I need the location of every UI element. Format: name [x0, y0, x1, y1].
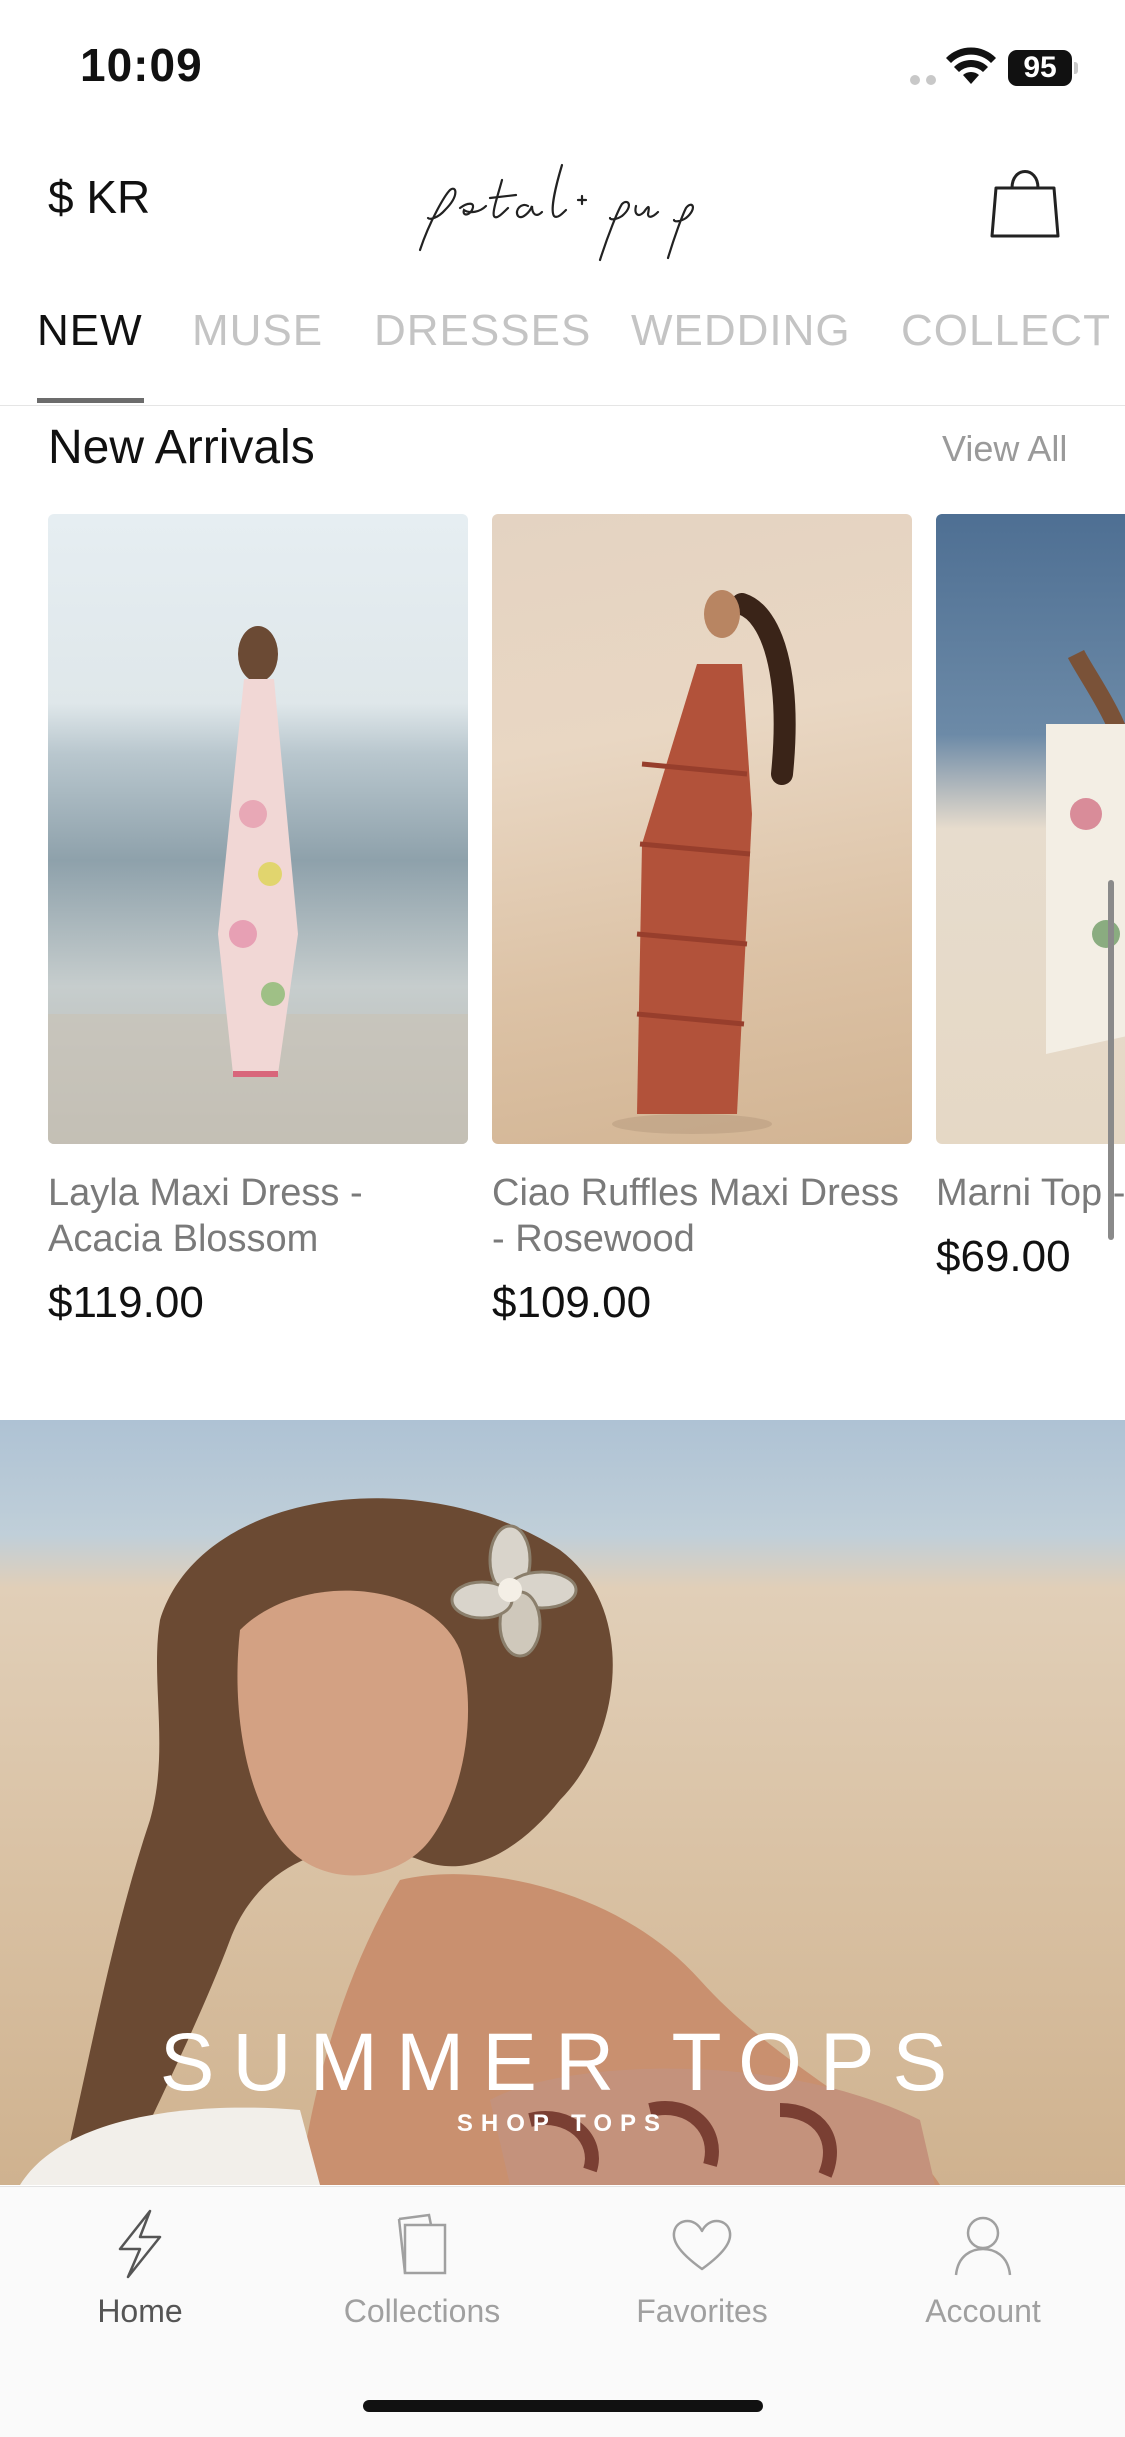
tab-collections[interactable]: COLLECT [901, 306, 1111, 356]
wifi-icon [946, 47, 996, 84]
nav-home[interactable]: Home [30, 2209, 250, 2330]
product-card[interactable]: Marni Top - Flora $69.00 [936, 514, 1125, 1282]
nav-collections[interactable]: Collections [312, 2209, 532, 2330]
status-time: 10:09 [80, 39, 203, 91]
product-price: $69.00 [936, 1232, 1071, 1281]
currency-selector[interactable]: $ KR [48, 170, 150, 224]
collections-icon [397, 2213, 447, 2275]
product-image[interactable] [936, 514, 1125, 1144]
product-name[interactable]: Marni Top - Flora [936, 1170, 1125, 1216]
tab-muse[interactable]: MUSE [192, 306, 323, 356]
nav-home-label: Home [97, 2293, 183, 2329]
nav-account-label: Account [925, 2293, 1041, 2329]
brand-logo[interactable] [390, 140, 740, 270]
lightning-icon [118, 2209, 162, 2279]
active-tab-indicator [37, 398, 144, 403]
product-image[interactable] [48, 514, 468, 1144]
view-all-link[interactable]: View All [942, 428, 1067, 470]
battery-icon: 95 [1008, 50, 1072, 86]
product-name[interactable]: Layla Maxi Dress - Acacia Blossom [48, 1170, 468, 1262]
status-bar: 10:09 95 [0, 0, 1125, 130]
banner-title: SUMMER TOPS [159, 2017, 966, 2108]
promo-banner[interactable]: SUMMER TOPS SHOP TOPS [0, 1420, 1125, 2185]
section-title: New Arrivals [48, 421, 315, 474]
heart-icon [672, 2219, 732, 2271]
category-tabs: NEW MUSE DRESSES WEDDING COLLECT [0, 300, 1125, 406]
scroll-indicator [1108, 880, 1114, 1240]
product-image[interactable] [492, 514, 912, 1144]
account-icon [954, 2216, 1012, 2276]
battery-cap [1074, 62, 1078, 74]
product-card[interactable]: Ciao Ruffles Maxi Dress - Rosewood $109.… [492, 514, 912, 1328]
tab-wedding[interactable]: WEDDING [631, 306, 851, 356]
nav-account[interactable]: Account [873, 2209, 1093, 2330]
home-indicator[interactable] [363, 2400, 763, 2412]
app-header: $ KR [0, 130, 1125, 270]
signal-icon [910, 72, 942, 90]
banner-cta[interactable]: SHOP TOPS [0, 2110, 1125, 2138]
product-price: $109.00 [492, 1278, 652, 1327]
product-price: $119.00 [48, 1278, 204, 1327]
shopping-bag-icon[interactable] [990, 160, 1060, 240]
product-carousel[interactable]: Layla Maxi Dress - Acacia Blossom $119.0… [0, 514, 1125, 1334]
product-name[interactable]: Ciao Ruffles Maxi Dress - Rosewood [492, 1170, 912, 1262]
nav-collections-label: Collections [343, 2293, 501, 2329]
tab-dresses[interactable]: DRESSES [374, 306, 591, 356]
nav-favorites-label: Favorites [636, 2293, 768, 2329]
product-card[interactable]: Layla Maxi Dress - Acacia Blossom $119.0… [48, 514, 468, 1328]
nav-favorites[interactable]: Favorites [592, 2209, 812, 2330]
tab-new[interactable]: NEW [37, 306, 143, 356]
